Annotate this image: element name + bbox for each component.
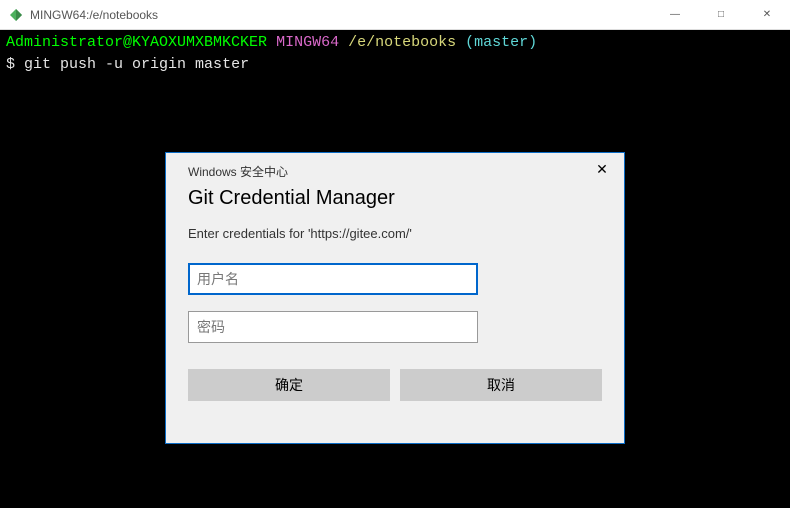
terminal-command: git push -u origin master [24, 56, 249, 73]
cancel-button[interactable]: 取消 [400, 369, 602, 401]
window-close-button[interactable]: ✕ [744, 0, 790, 29]
window-title: MINGW64:/e/notebooks [30, 8, 652, 22]
app-icon [8, 7, 24, 23]
minimize-button[interactable]: — [652, 0, 698, 29]
dialog-close-button[interactable]: ✕ [588, 157, 616, 181]
terminal-path: /e/notebooks [348, 34, 456, 51]
terminal-prompt-line: Administrator@KYAOXUMXBMKCKER MINGW64 /e… [6, 32, 784, 54]
password-input[interactable] [188, 311, 478, 343]
terminal-command-line: $ git push -u origin master [6, 54, 784, 76]
dialog-header: Windows 安全中心 ✕ [166, 153, 624, 181]
window-controls: — □ ✕ [652, 0, 790, 29]
credential-dialog: Windows 安全中心 ✕ Git Credential Manager En… [165, 152, 625, 444]
dialog-button-row: 确定 取消 [188, 369, 602, 401]
dialog-header-title: Windows 安全中心 [188, 163, 288, 180]
dialog-body: Git Credential Manager Enter credentials… [166, 181, 624, 419]
terminal-user: Administrator@KYAOXUMXBMKCKER [6, 34, 267, 51]
maximize-button[interactable]: □ [698, 0, 744, 29]
terminal-env: MINGW64 [276, 34, 339, 51]
dialog-message: Enter credentials for 'https://gitee.com… [188, 226, 602, 241]
username-input[interactable] [188, 263, 478, 295]
terminal-branch: (master) [465, 34, 537, 51]
dialog-title: Git Credential Manager [188, 187, 602, 210]
ok-button[interactable]: 确定 [188, 369, 390, 401]
window-titlebar: MINGW64:/e/notebooks — □ ✕ [0, 0, 790, 30]
terminal-prompt-symbol: $ [6, 56, 15, 73]
